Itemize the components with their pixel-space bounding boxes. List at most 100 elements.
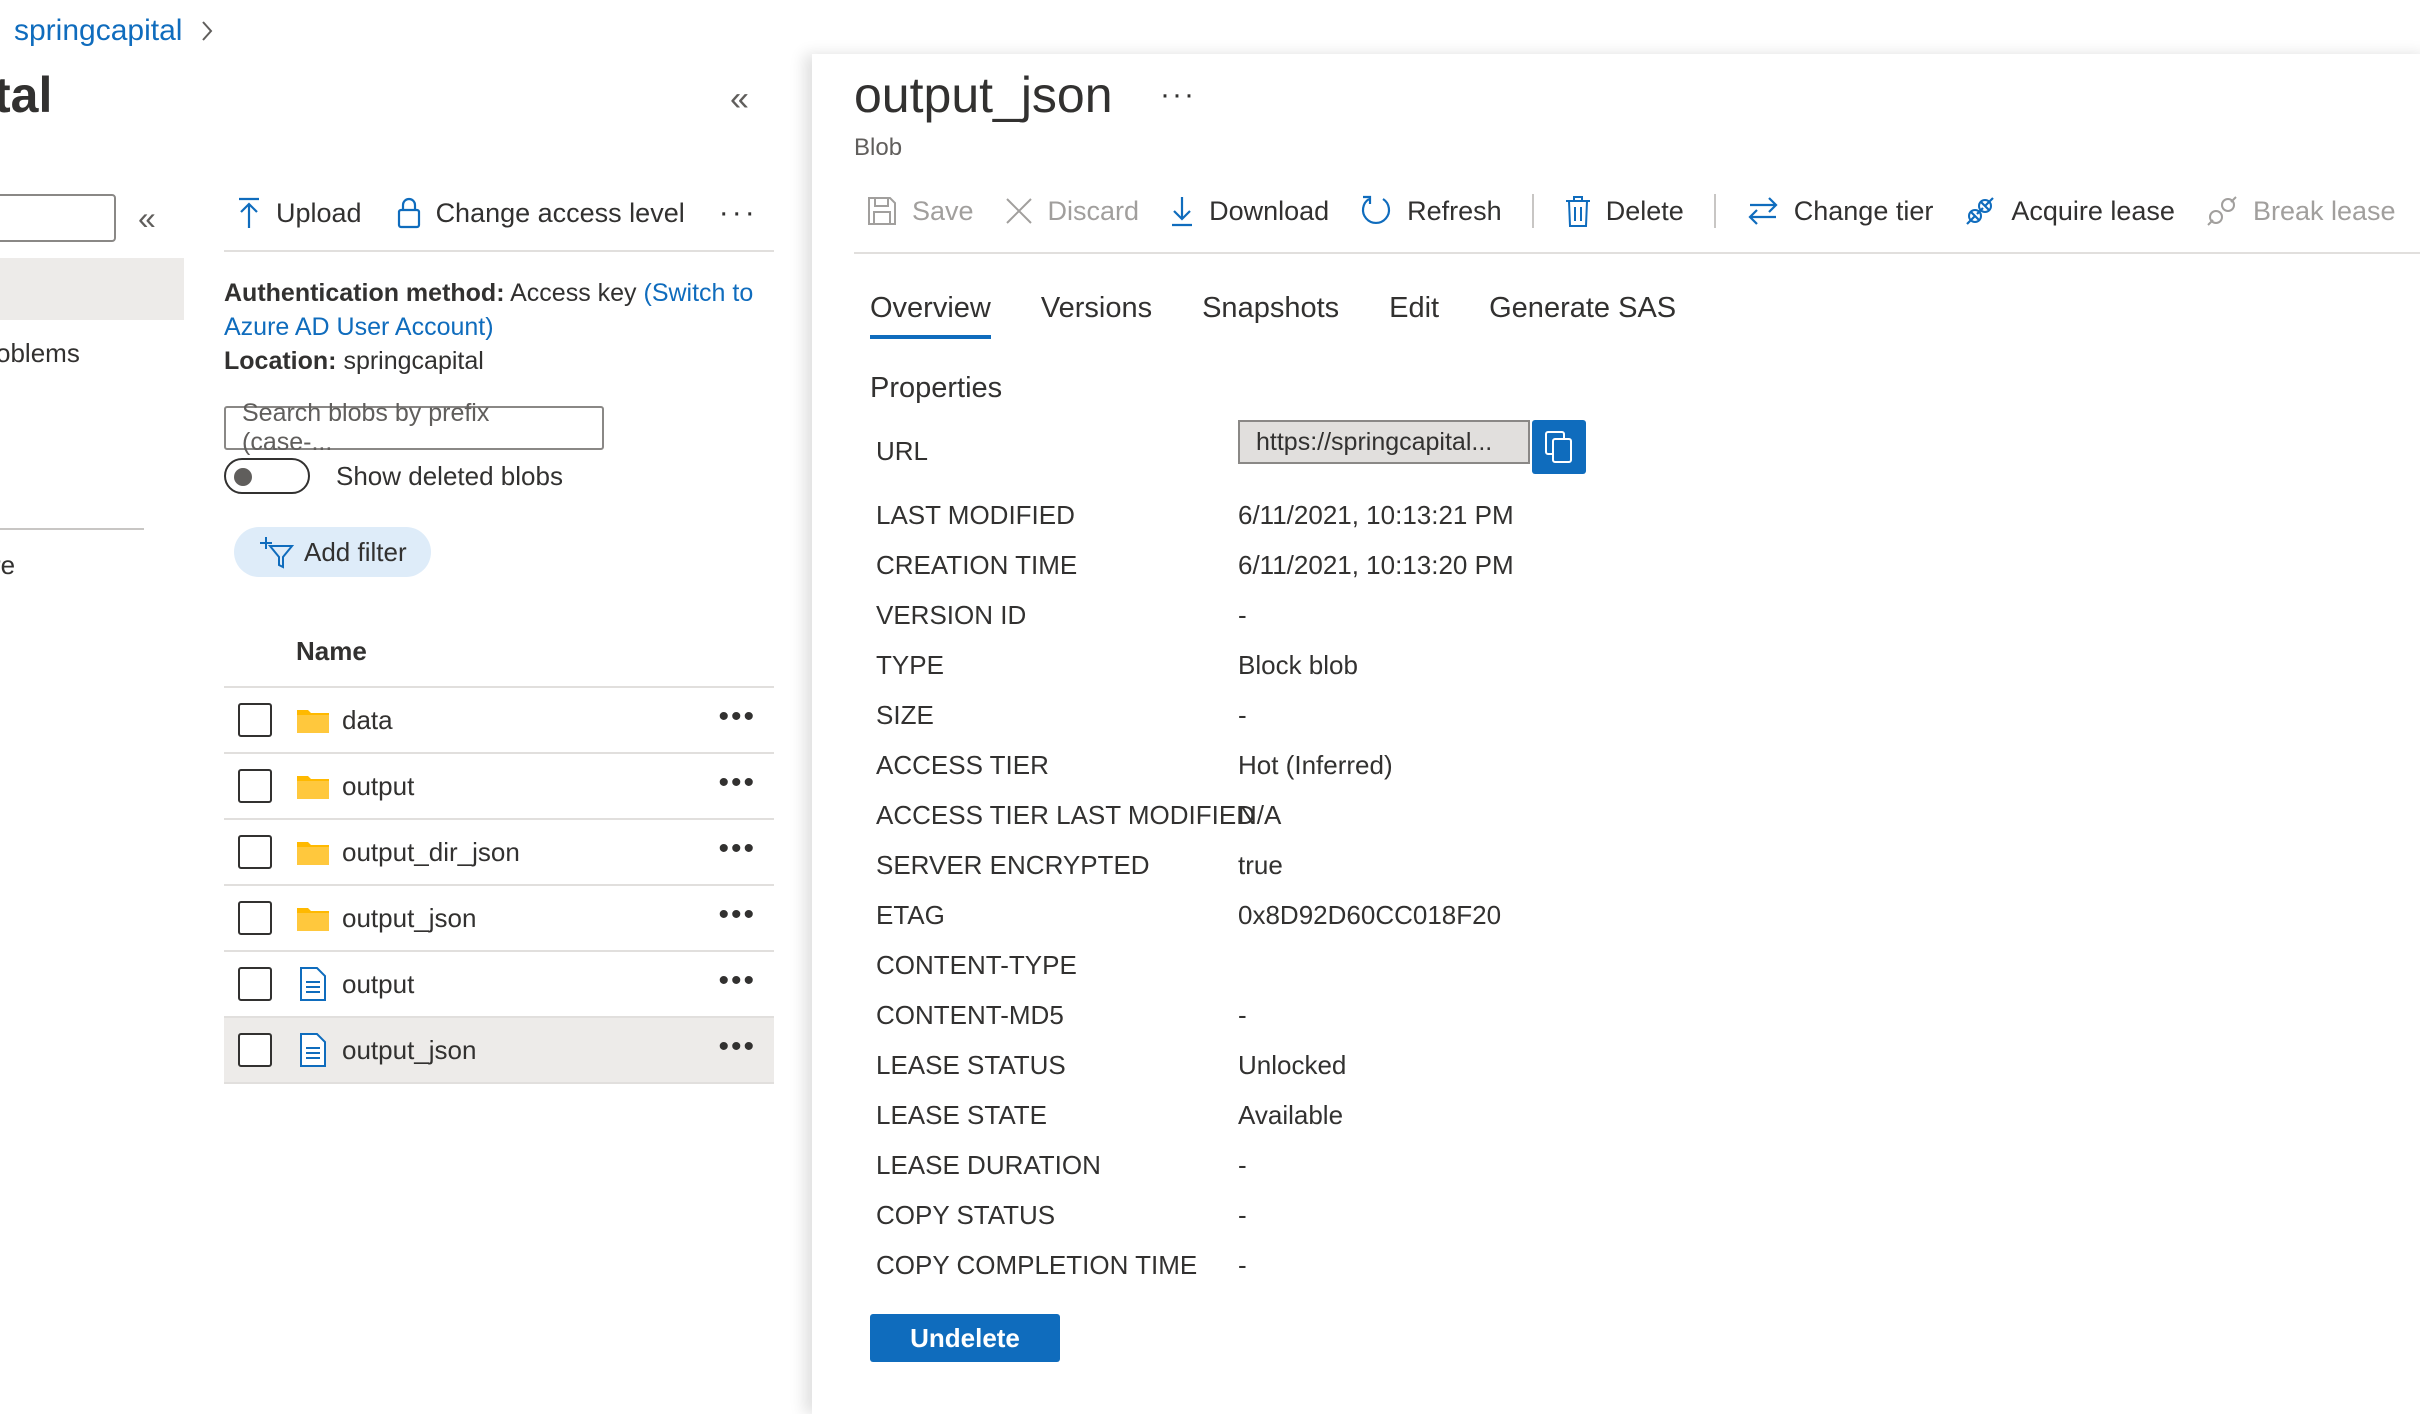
row-more-icon[interactable]: ••• (718, 832, 756, 866)
table-row[interactable]: output_dir_json ••• (224, 818, 774, 884)
breadcrumb-link[interactable]: springcapital (14, 14, 182, 48)
row-checkbox[interactable] (238, 835, 272, 869)
location-label: Location: (224, 347, 337, 375)
property-key: COPY STATUS (876, 1200, 1056, 1230)
swap-arrows-icon (1746, 196, 1780, 226)
table-row[interactable]: output_json ••• (224, 884, 774, 950)
property-key: ACCESS TIER LAST MODIFIED (876, 800, 1256, 830)
nav-item-problems[interactable]: oblems (0, 338, 80, 369)
property-key: LEASE DURATION (876, 1150, 1101, 1180)
close-icon (1004, 196, 1034, 226)
property-value: - (1238, 1000, 1247, 1030)
break-lease-button[interactable]: Break lease (2205, 194, 2396, 228)
discard-button[interactable]: Discard (1004, 195, 1140, 227)
url-label: URL (876, 436, 929, 466)
row-name[interactable]: output (342, 969, 414, 1000)
undelete-button[interactable]: Undelete (870, 1314, 1060, 1362)
save-label: Save (912, 195, 974, 226)
row-checkbox[interactable] (238, 769, 272, 803)
property-value: Hot (Inferred) (1238, 750, 1393, 780)
folder-icon (296, 703, 330, 737)
refresh-button[interactable]: Refresh (1359, 194, 1502, 228)
property-key: VERSION ID (876, 600, 1027, 630)
broken-link-icon (2205, 194, 2239, 228)
more-actions-icon[interactable]: ··· (1160, 78, 1196, 112)
table-row[interactable]: output ••• (224, 752, 774, 818)
row-more-icon[interactable]: ••• (718, 700, 756, 734)
property-value: - (1238, 700, 1247, 730)
add-filter-icon (258, 534, 296, 570)
show-deleted-toggle-row: Show deleted blobs (224, 458, 563, 494)
url-field[interactable]: https://springcapital... (1238, 420, 1530, 464)
row-more-icon[interactable]: ••• (718, 898, 756, 932)
nav-divider (0, 528, 144, 530)
name-column-header[interactable]: Name (296, 636, 367, 667)
collapse-panel-icon[interactable]: « (730, 80, 749, 119)
row-checkbox[interactable] (238, 967, 272, 1001)
property-value: Available (1238, 1100, 1344, 1130)
table-row[interactable]: data ••• (224, 686, 774, 752)
show-deleted-toggle[interactable] (224, 458, 310, 494)
change-access-level-label: Change access level (435, 197, 685, 228)
trash-icon (1564, 194, 1592, 228)
download-button[interactable]: Download (1169, 195, 1329, 227)
row-more-icon[interactable]: ••• (718, 766, 756, 800)
acquire-lease-button[interactable]: Acquire lease (1963, 194, 2175, 228)
chevron-right-icon (200, 19, 214, 43)
save-button[interactable]: Save (866, 195, 974, 227)
row-name[interactable]: output_json (342, 1035, 476, 1066)
toggle-knob (234, 468, 252, 486)
row-checkbox[interactable] (238, 1033, 272, 1067)
row-checkbox[interactable] (238, 703, 272, 737)
toolbar-separator (1531, 194, 1534, 228)
file-icon (296, 1033, 330, 1067)
delete-button[interactable]: Delete (1564, 194, 1684, 228)
nav-collapse-icon[interactable]: « (138, 200, 156, 237)
copy-button[interactable] (1532, 420, 1586, 474)
row-name[interactable]: output (342, 771, 414, 802)
page-title: output_json (854, 67, 1113, 123)
more-actions-icon[interactable]: ··· (719, 196, 758, 230)
change-tier-label: Change tier (1793, 195, 1934, 226)
upload-button[interactable]: Upload (236, 196, 362, 230)
nav-selected-item[interactable] (0, 258, 184, 320)
tab-snapshots[interactable]: Snapshots (1202, 292, 1339, 339)
property-value: - (1238, 600, 1247, 630)
change-tier-button[interactable]: Change tier (1746, 195, 1934, 227)
property-value: Block blob (1238, 650, 1358, 680)
blob-search-input[interactable]: Search blobs by prefix (case-... (224, 399, 604, 456)
container-toolbar: Upload Change access level ··· (236, 196, 776, 230)
property-value: - (1238, 1200, 1247, 1230)
property-key: LEASE STATE (876, 1100, 1047, 1130)
page-subtitle: Blob (854, 134, 903, 161)
tab-generate-sas[interactable]: Generate SAS (1489, 292, 1676, 339)
tab-overview[interactable]: Overview (870, 292, 991, 339)
nav-item-re[interactable]: re (0, 550, 15, 581)
auth-method-label: Authentication method: (224, 279, 505, 307)
break-lease-label: Break lease (2252, 195, 2396, 226)
link-icon (1963, 194, 1997, 228)
row-more-icon[interactable]: ••• (718, 964, 756, 998)
row-name[interactable]: output_dir_json (342, 837, 520, 868)
row-name[interactable]: data (342, 705, 393, 736)
property-key: CONTENT-MD5 (876, 1000, 1064, 1030)
property-key: SIZE (876, 700, 934, 730)
tab-versions[interactable]: Versions (1041, 292, 1152, 339)
property-value: 6/11/2021, 10:13:21 PM (1238, 500, 1514, 530)
property-key: LAST MODIFIED (876, 500, 1075, 530)
table-row[interactable]: output ••• (224, 950, 774, 1016)
nav-search-input[interactable] (0, 194, 116, 242)
row-checkbox[interactable] (238, 901, 272, 935)
property-key: CREATION TIME (876, 550, 1078, 580)
tab-edit[interactable]: Edit (1389, 292, 1439, 339)
property-value: - (1238, 1250, 1247, 1280)
add-filter-button[interactable]: Add filter (234, 527, 431, 577)
table-row[interactable]: output_json ••• (224, 1016, 774, 1084)
property-value: N/A (1238, 800, 1282, 830)
change-access-level-button[interactable]: Change access level (396, 196, 685, 230)
discard-label: Discard (1047, 195, 1140, 226)
row-name[interactable]: output_json (342, 903, 476, 934)
download-label: Download (1209, 195, 1330, 226)
row-more-icon[interactable]: ••• (718, 1030, 756, 1064)
property-key: ETAG (876, 900, 945, 930)
